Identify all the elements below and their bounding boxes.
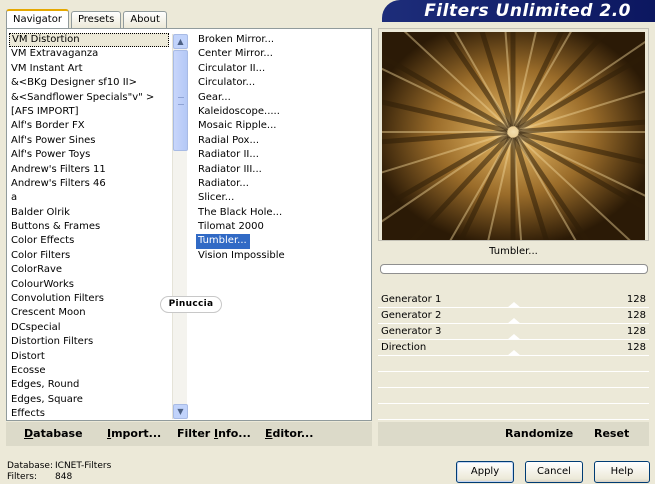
category-item[interactable]: Edges, Square bbox=[9, 393, 169, 407]
filter-info-button[interactable]: Filter Info... bbox=[177, 422, 251, 446]
reset-button[interactable]: Reset bbox=[594, 422, 629, 446]
category-item[interactable]: Andrew's Filters 46 bbox=[9, 177, 169, 191]
apply-button[interactable]: Apply bbox=[456, 461, 514, 483]
category-list[interactable]: VM Distortion VM Extravaganza VM Instant A… bbox=[9, 33, 169, 422]
category-item[interactable]: &<Sandflower Specials"v" > bbox=[9, 91, 169, 105]
database-button[interactable]: Database bbox=[24, 422, 83, 446]
preview-filter-name: Tumbler... bbox=[489, 246, 538, 257]
parameter-label: Generator 3 bbox=[381, 326, 442, 337]
category-item[interactable]: a bbox=[9, 191, 169, 205]
parameter-action-bar: Randomize Reset bbox=[378, 422, 649, 446]
category-item[interactable]: VM Instant Art bbox=[9, 62, 169, 76]
filter-item[interactable]: Center Mirror... bbox=[196, 47, 273, 61]
parameter-value: 128 bbox=[626, 294, 646, 305]
filter-item[interactable]: Radiator II... bbox=[196, 148, 259, 162]
watermark: Pinuccia bbox=[160, 296, 222, 313]
scroll-up-button[interactable]: ▲ bbox=[173, 34, 188, 49]
empty-parameter-rows bbox=[378, 356, 649, 420]
filter-item[interactable]: Gear... bbox=[196, 91, 231, 105]
navigator-action-bar: Database Import... Filter Info... Editor… bbox=[6, 422, 372, 446]
filter-item[interactable]: Slicer... bbox=[196, 191, 234, 205]
import-button[interactable]: Import... bbox=[107, 422, 161, 446]
preview-image bbox=[382, 32, 645, 240]
tab-about[interactable]: About bbox=[123, 11, 167, 28]
category-item[interactable]: Color Filters bbox=[9, 249, 169, 263]
category-item[interactable]: VM Extravaganza bbox=[9, 47, 169, 61]
category-item[interactable]: Buttons & Frames bbox=[9, 220, 169, 234]
filter-item[interactable]: Radiator... bbox=[196, 177, 249, 191]
category-item[interactable]: Balder Olrik bbox=[9, 206, 169, 220]
brand-banner: Filters Unlimited 2.0 bbox=[382, 0, 655, 22]
filter-item[interactable]: Tilomat 2000 bbox=[196, 220, 264, 234]
category-item[interactable]: Alf's Power Toys bbox=[9, 148, 169, 162]
filter-item[interactable]: The Black Hole... bbox=[196, 206, 282, 220]
category-scrollbar[interactable]: ▲ ▼ bbox=[172, 34, 188, 419]
category-item[interactable]: Color Effects bbox=[9, 234, 169, 248]
brand-title: Filters Unlimited 2.0 bbox=[424, 1, 631, 21]
database-value: ICNET-Filters bbox=[55, 461, 112, 471]
filter-item[interactable]: Tumbler... bbox=[196, 234, 250, 249]
category-item[interactable]: Edges, Round bbox=[9, 378, 169, 392]
filter-item[interactable]: Radiator III... bbox=[196, 163, 262, 177]
filter-item[interactable]: Kaleidoscope..... bbox=[196, 105, 280, 119]
parameter-label: Generator 1 bbox=[381, 294, 442, 305]
category-item[interactable]: DCspecial bbox=[9, 321, 169, 335]
category-item[interactable]: ColorRave bbox=[9, 263, 169, 277]
tab-presets[interactable]: Presets bbox=[70, 11, 122, 28]
scroll-thumb[interactable] bbox=[173, 50, 188, 151]
filter-item[interactable]: Vision Impossible bbox=[196, 249, 285, 263]
category-item[interactable]: &<BKg Designer sf10 II> bbox=[9, 76, 169, 90]
scroll-down-button[interactable]: ▼ bbox=[173, 404, 188, 419]
filters-count-value: 848 bbox=[55, 472, 73, 482]
parameter-value: 128 bbox=[626, 310, 646, 321]
category-item[interactable]: VM Distortion bbox=[9, 33, 169, 48]
filter-item[interactable]: Mosaic Ripple... bbox=[196, 119, 276, 133]
filter-list[interactable]: Broken Mirror... Center Mirror... Circulat… bbox=[196, 33, 372, 263]
filter-item[interactable]: Circulator... bbox=[196, 76, 255, 90]
progress-bar bbox=[380, 264, 648, 274]
category-item[interactable]: Effects bbox=[9, 407, 169, 421]
filter-item[interactable]: Circulator II... bbox=[196, 62, 265, 76]
parameter-row[interactable]: Generator 1 128 bbox=[378, 292, 649, 308]
parameter-list: Generator 1 128 Generator 2 128 Generator 3 1… bbox=[378, 292, 649, 356]
category-item[interactable]: Convolution Filters bbox=[9, 292, 169, 306]
tab-navigator[interactable]: Navigator bbox=[6, 9, 69, 29]
grip-icon bbox=[178, 97, 184, 105]
parameter-row[interactable]: Generator 3 128 bbox=[378, 324, 649, 340]
filters-count-label: Filters: bbox=[7, 472, 38, 482]
category-item[interactable]: Andrew's Filters 11 bbox=[9, 163, 169, 177]
category-item[interactable]: Alf's Border FX bbox=[9, 119, 169, 133]
help-button[interactable]: Help bbox=[594, 461, 650, 483]
category-item[interactable]: ColourWorks bbox=[9, 278, 169, 292]
parameter-value: 128 bbox=[626, 326, 646, 337]
category-item[interactable]: Crescent Moon bbox=[9, 306, 169, 320]
filter-item[interactable]: Broken Mirror... bbox=[196, 33, 274, 47]
status-info: Database: ICNET-Filters Filters: 848 bbox=[7, 461, 111, 483]
category-item[interactable]: Distortion Filters bbox=[9, 335, 169, 349]
parameter-row[interactable]: Direction 128 bbox=[378, 340, 649, 356]
parameter-label: Direction bbox=[381, 342, 427, 353]
editor-button[interactable]: Editor... bbox=[265, 422, 313, 446]
cancel-button[interactable]: Cancel bbox=[525, 461, 583, 483]
category-item[interactable]: Distort bbox=[9, 350, 169, 364]
category-item[interactable]: [AFS IMPORT] bbox=[9, 105, 169, 119]
category-item[interactable]: Ecosse bbox=[9, 364, 169, 378]
parameter-row[interactable]: Generator 2 128 bbox=[378, 308, 649, 324]
parameter-value: 128 bbox=[626, 342, 646, 353]
filter-item[interactable]: Radial Pox... bbox=[196, 134, 259, 148]
database-label: Database: bbox=[7, 461, 53, 471]
tab-strip: Navigator Presets About bbox=[6, 8, 169, 29]
parameter-label: Generator 2 bbox=[381, 310, 442, 321]
category-item[interactable]: Alf's Power Sines bbox=[9, 134, 169, 148]
randomize-button[interactable]: Randomize bbox=[505, 422, 573, 446]
